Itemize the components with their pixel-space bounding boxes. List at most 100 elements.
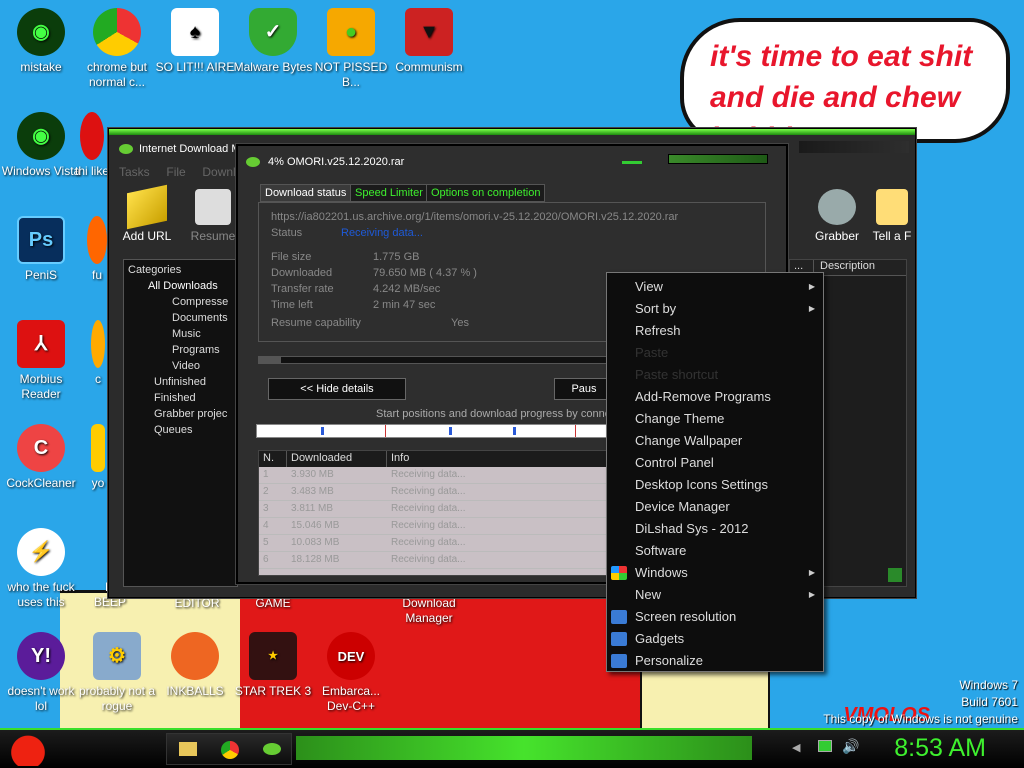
start-button-angry-bird-icon[interactable]: [6, 732, 46, 766]
desktop-icon-partial-2[interactable]: yo: [88, 424, 108, 491]
desktop-icon-inkball[interactable]: INKBALLS: [154, 632, 236, 699]
folder-icon[interactable]: [179, 742, 197, 756]
category-compressed[interactable]: Compresse: [128, 294, 233, 310]
menu-file[interactable]: File: [166, 165, 185, 179]
volume-icon[interactable]: 🔊: [842, 738, 859, 755]
context-menu-item[interactable]: Device Manager: [635, 497, 825, 517]
context-menu-item[interactable]: Gadgets: [611, 629, 825, 649]
desktop-icon-ccleaner[interactable]: C CockCleaner: [0, 424, 82, 491]
starwars-icon: ★: [249, 632, 297, 680]
col-header-number[interactable]: N.: [259, 451, 287, 467]
desktop-icon-windows-vista[interactable]: ◉ Windows Vista: [0, 112, 82, 179]
category-queues[interactable]: Queues: [128, 422, 233, 438]
context-menu-item[interactable]: Control Panel: [635, 453, 825, 473]
context-menu-item[interactable]: New ▶: [635, 585, 825, 605]
connections-table[interactable]: N. Downloaded Info 1 3.930 MB Receiving da…: [258, 450, 608, 576]
desktop-icon-acrobat[interactable]: ⅄ Morbius Reader: [0, 320, 82, 402]
desktop-icon-opera[interactable]: thi like: [72, 112, 112, 179]
category-documents[interactable]: Documents: [128, 310, 233, 326]
table-row[interactable]: 6 18.128 MB Receiving data...: [259, 552, 607, 569]
context-menu-item[interactable]: Change Wallpaper: [635, 431, 825, 451]
table-row[interactable]: 2 3.483 MB Receiving data...: [259, 484, 607, 501]
gears-icon: ⚙: [93, 632, 141, 680]
category-programs[interactable]: Programs: [128, 342, 233, 358]
context-menu-item-label: Add-Remove Programs: [635, 389, 771, 404]
watermark-version: Windows 7: [959, 678, 1018, 692]
watermark-build: Build 7601: [961, 695, 1018, 709]
desktop-icon-download-manager[interactable]: Download Manager: [388, 596, 470, 626]
menu-tasks[interactable]: Tasks: [119, 165, 150, 179]
tray-expand-icon[interactable]: ◀: [792, 741, 800, 754]
context-menu-item-label: Control Panel: [635, 455, 714, 470]
desktop-icon-game[interactable]: GAME: [246, 596, 300, 611]
resume-button[interactable]: Resume: [185, 189, 241, 243]
desktop-icon-lightning[interactable]: ⚡ who the fuck uses this: [0, 528, 82, 610]
desktop-icon-solitaire[interactable]: ♠ SO LIT!!! AIRE: [154, 8, 236, 75]
context-menu-item[interactable]: Refresh: [635, 321, 825, 341]
table-row[interactable]: 1 3.930 MB Receiving data...: [259, 467, 607, 484]
tab-options-on-completion[interactable]: Options on completion: [426, 184, 546, 202]
desktop-icon-communism[interactable]: ▼ Communism: [388, 8, 470, 75]
desktop-icon-partial-1[interactable]: c: [88, 320, 108, 387]
context-menu-item[interactable]: DiLshad Sys - 2012: [635, 519, 825, 539]
context-menu-item[interactable]: Screen resolution: [611, 607, 825, 627]
category-unfinished[interactable]: Unfinished: [128, 374, 233, 390]
resize-grip[interactable]: [888, 568, 902, 582]
table-row[interactable]: 3 3.811 MB Receiving data...: [259, 501, 607, 518]
context-menu-item[interactable]: Software: [635, 541, 825, 561]
add-url-button[interactable]: Add URL: [119, 184, 175, 243]
desktop-icon-gears[interactable]: ⚙ probably not a rogue: [76, 632, 158, 714]
desktop-context-menu[interactable]: View ▶ Sort by ▶ Refresh Paste Paste shortcut A…: [606, 272, 824, 672]
context-menu-item[interactable]: Add-Remove Programs: [635, 387, 825, 407]
category-grabber-projects[interactable]: Grabber projec: [128, 406, 233, 422]
category-music[interactable]: Music: [128, 326, 233, 342]
file-size-value: 1.775 GB: [373, 251, 420, 263]
hide-details-button[interactable]: << Hide details: [268, 378, 406, 400]
category-video[interactable]: Video: [128, 358, 233, 374]
idm-icon: [246, 157, 260, 167]
chrome-icon[interactable]: [221, 741, 239, 759]
desktop-icon-photoshop[interactable]: Ps PeniS: [0, 216, 82, 283]
menu-downloads[interactable]: Downl: [202, 165, 235, 179]
table-row[interactable]: 4 15.046 MB Receiving data...: [259, 518, 607, 535]
watermark-not-genuine: This copy of Windows is not genuine: [823, 712, 1018, 726]
category-finished[interactable]: Finished: [128, 390, 233, 406]
context-menu-item[interactable]: Change Theme: [635, 409, 825, 429]
status-label: Status: [271, 227, 303, 239]
minimize-button[interactable]: [622, 154, 642, 164]
desktop-icon-angry-pig[interactable]: ● NOT PISSED B...: [310, 8, 392, 90]
network-icon[interactable]: [818, 740, 832, 752]
submenu-arrow-icon: ▶: [808, 590, 815, 599]
context-menu-item[interactable]: Desktop Icons Settings: [635, 475, 825, 495]
table-row[interactable]: 5 10.083 MB Receiving data...: [259, 535, 607, 552]
category-all-downloads[interactable]: All Downloads: [128, 278, 233, 294]
context-menu-item[interactable]: Windows ▶: [611, 563, 825, 583]
time-left-value: 2 min 47 sec: [373, 299, 436, 311]
context-menu-item[interactable]: View ▶: [635, 277, 825, 297]
desktop-icon-editor[interactable]: EDITOR: [162, 596, 232, 611]
pause-button[interactable]: Paus: [554, 378, 614, 400]
context-menu-item[interactable]: Sort by ▶: [635, 299, 825, 319]
desktop-icon-malwarebytes[interactable]: ✓ Malware Bytes: [232, 8, 314, 75]
grabber-button[interactable]: Grabber: [809, 189, 865, 243]
desktop-icon-yahoo[interactable]: Y! doesn't work lol: [0, 632, 82, 714]
desktop-icon-chrome[interactable]: chrome but normal c...: [76, 8, 158, 90]
tab-download-status[interactable]: Download status: [260, 184, 352, 202]
clock[interactable]: 8:53 AM: [894, 734, 986, 763]
categories-tree[interactable]: Categories All Downloads Compresse Docum…: [123, 259, 238, 587]
speech-bubble: it's time to eat shit and die and chew b…: [680, 18, 1010, 155]
transfer-rate-value: 4.242 MB/sec: [373, 283, 441, 295]
desktop-icon-star-trek[interactable]: ★ STAR TREK 3: [232, 632, 314, 699]
desktop-icon-devcpp[interactable]: DEV Embarca... Dev-C++: [310, 632, 392, 714]
context-menu-item[interactable]: Personalize: [611, 651, 825, 671]
window-controls[interactable]: [799, 141, 909, 153]
window-controls[interactable]: [668, 154, 768, 164]
idm-icon[interactable]: [263, 743, 281, 755]
tell-a-friend-button[interactable]: Tell a F: [869, 189, 915, 243]
tab-speed-limiter[interactable]: Speed Limiter: [350, 184, 428, 202]
dialog-title: 4% OMORI.v25.12.2020.rar: [268, 156, 405, 168]
col-header-downloaded[interactable]: Downloaded: [287, 451, 387, 467]
opera-icon: [80, 112, 104, 160]
desktop-icon-mistake[interactable]: ◉ mistake: [0, 8, 82, 75]
col-header-info[interactable]: Info: [387, 451, 607, 467]
